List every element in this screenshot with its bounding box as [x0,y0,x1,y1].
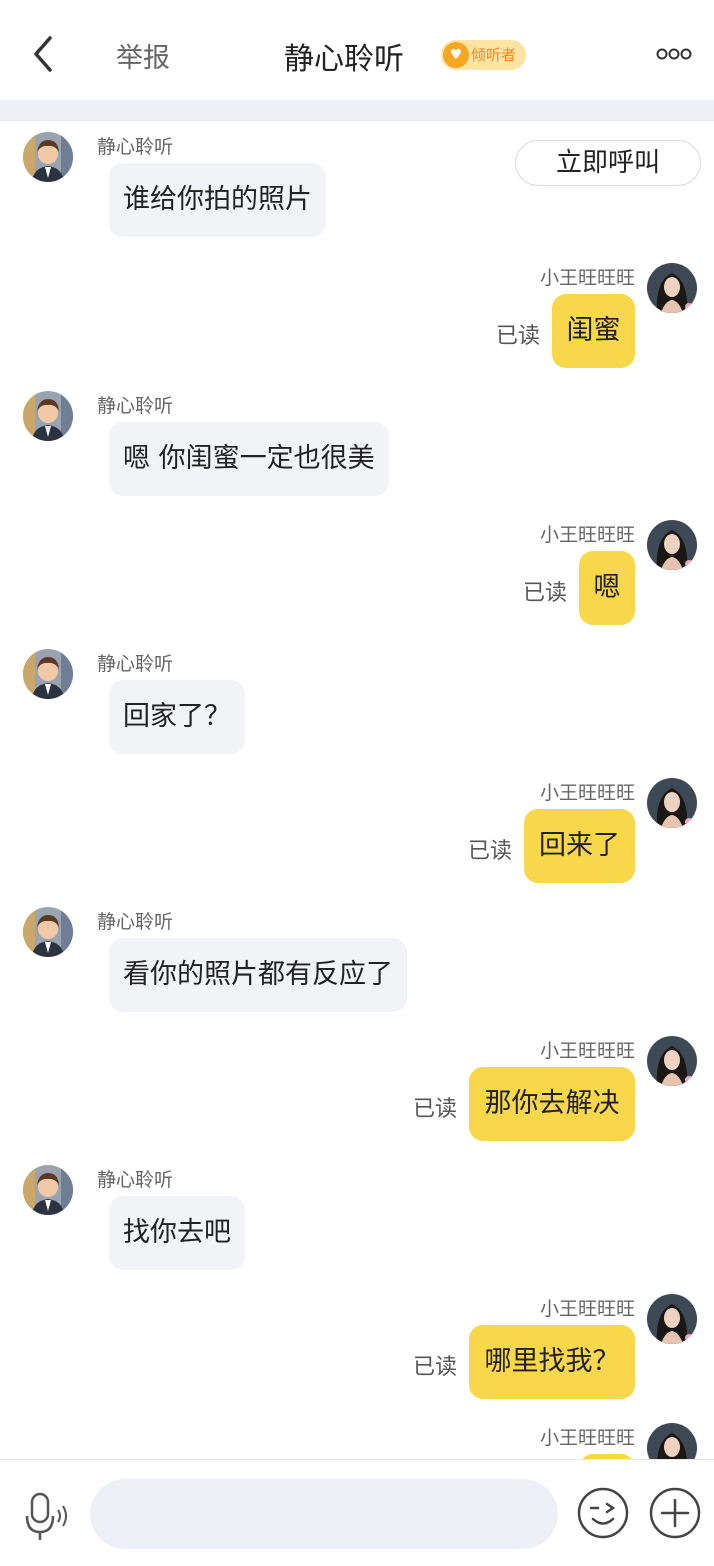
microphone-icon[interactable] [24,1490,70,1542]
avatar[interactable] [23,907,73,957]
avatar[interactable] [647,1294,697,1344]
sender-name: 小王旺旺旺 [539,1427,635,1449]
message-row: 小王旺旺旺那你去解决 已读 [0,1034,714,1154]
message-bubble[interactable]: 那你去解决 [469,1067,635,1141]
message-row: 小王旺旺旺嗯已读 [0,518,714,638]
sender-name: 小王旺旺旺 [539,524,635,546]
avatar[interactable] [647,520,697,570]
message-bubble[interactable]: 哪里找我？ [469,1325,635,1399]
avatar[interactable] [647,1036,697,1086]
avatar[interactable] [23,391,73,441]
read-status: 已读 [495,324,540,349]
back-arrow-icon[interactable] [28,32,60,76]
message-row: 小王旺旺旺 [0,1421,714,1459]
message-bubble[interactable]: 看你的照片都有反应了 [109,938,407,1012]
read-status: 已读 [412,1097,457,1122]
read-status: 已读 [522,581,567,606]
message-row: 静心聆听回家了？ [0,647,714,767]
message-row: 静心聆听嗯 你闺蜜一定也很美 [0,389,714,509]
emoji-icon[interactable] [576,1486,630,1540]
avatar[interactable] [23,649,73,699]
avatar[interactable] [647,263,697,313]
listener-badge: ♥ 倾听者 [441,40,527,70]
message-row: 静心聆听找你去吧 [0,1163,714,1283]
message-bubble[interactable]: 回来了 [524,809,635,883]
message-bubble[interactable]: 嗯 [579,551,635,625]
message-bubble[interactable]: 谁给你拍的照片 [109,163,326,237]
read-status: 已读 [412,1355,457,1380]
avatar[interactable] [23,132,73,182]
message-row: 静心聆听谁给你拍的照片 [0,130,714,250]
more-options-icon[interactable] [656,45,692,63]
sender-name: 静心聆听 [97,1169,174,1191]
message-row: 静心聆听看你的照片都有反应了 [0,905,714,1025]
sender-name: 小王旺旺旺 [539,267,635,289]
sender-name: 静心聆听 [97,911,174,933]
message-row: 小王旺旺旺哪里找我？ 已读 [0,1292,714,1412]
heart-badge-icon: ♥ [443,42,469,68]
message-bubble[interactable]: 找你去吧 [109,1196,245,1270]
badge-label: 倾听者 [471,46,517,64]
chat-list[interactable]: 立即呼叫 静心聆听 谁给你拍的照片 小王旺旺旺 闺蜜 已读 静心聆听嗯 你闺蜜一定也很美小… [0,121,714,1459]
message-row: 小王旺旺旺回来了 已读 [0,776,714,896]
avatar[interactable] [647,778,697,828]
avatar[interactable] [647,1423,697,1459]
message-bubble[interactable]: 闺蜜 [552,294,635,368]
page-title: 静心聆听 [284,42,404,77]
plus-icon[interactable] [648,1486,702,1540]
message-bubble[interactable]: 嗯 你闺蜜一定也很美 [109,422,389,496]
sender-name: 小王旺旺旺 [539,782,635,804]
sender-name: 静心聆听 [97,136,174,158]
sender-name: 静心聆听 [97,395,174,417]
message-input[interactable] [90,1479,558,1549]
message-row: 小王旺旺旺闺蜜 已读 [0,261,714,381]
sender-name: 静心聆听 [97,653,174,675]
report-button[interactable]: 举报 [116,36,170,75]
top-bar: 举报 静心聆听 ♥ 倾听者 [0,0,714,100]
read-status: 已读 [467,839,512,864]
input-bar [0,1459,714,1566]
header-divider [0,100,714,121]
sender-name: 小王旺旺旺 [539,1298,635,1320]
sender-name: 小王旺旺旺 [539,1040,635,1062]
message-bubble[interactable]: 回家了？ [109,680,245,754]
avatar[interactable] [23,1165,73,1215]
